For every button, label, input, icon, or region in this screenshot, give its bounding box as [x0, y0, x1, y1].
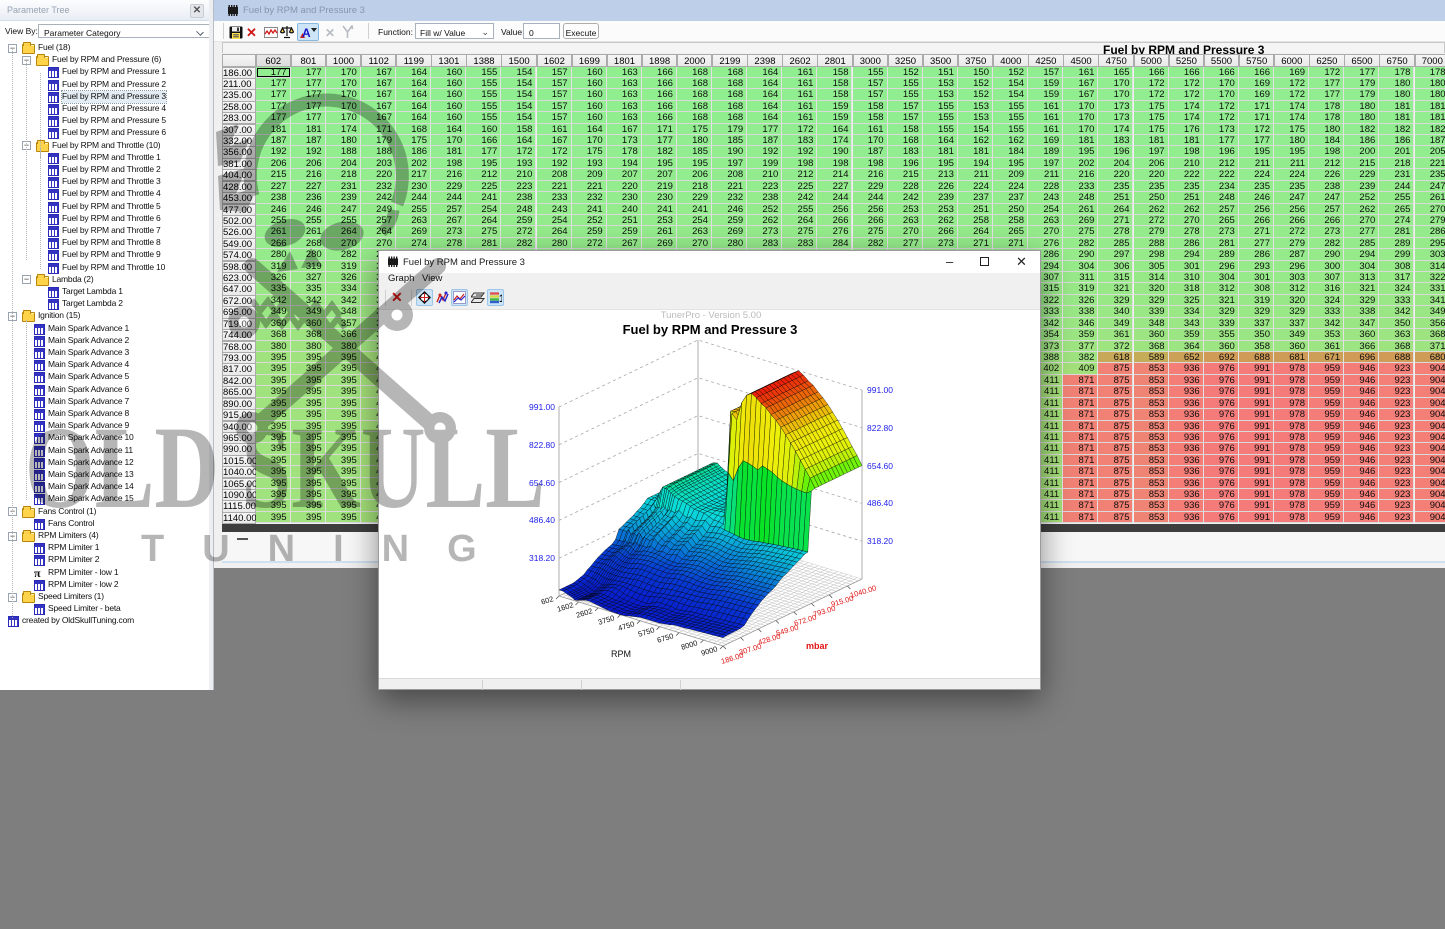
svg-text:5750: 5750: [637, 625, 656, 638]
svg-text:TunerPro - Version 5.00: TunerPro - Version 5.00: [661, 310, 762, 321]
svg-text:8000: 8000: [680, 638, 699, 651]
svg-text:654.60: 654.60: [529, 478, 555, 488]
svg-text:822.80: 822.80: [529, 440, 555, 450]
svg-text:991.00: 991.00: [529, 402, 555, 412]
svg-text:822.80: 822.80: [867, 423, 893, 433]
svg-text:1602: 1602: [556, 600, 575, 613]
svg-text:9000: 9000: [700, 644, 719, 657]
svg-text:318.20: 318.20: [867, 536, 893, 546]
svg-text:3750: 3750: [597, 613, 616, 626]
svg-text:991.00: 991.00: [867, 385, 893, 395]
svg-text:486.40: 486.40: [867, 498, 893, 508]
svg-text:6750: 6750: [656, 631, 675, 644]
svg-text:318.20: 318.20: [529, 553, 555, 563]
svg-text:RPM: RPM: [611, 649, 631, 659]
svg-text:mbar: mbar: [806, 641, 829, 651]
svg-text:A: A: [302, 26, 311, 39]
svg-text:4750: 4750: [617, 619, 636, 632]
svg-text:1040.00: 1040.00: [849, 583, 878, 600]
svg-text:486.40: 486.40: [529, 515, 555, 525]
svg-text:Fuel by RPM and Pressure 3: Fuel by RPM and Pressure 3: [623, 322, 798, 337]
svg-text:2602: 2602: [575, 606, 594, 619]
svg-text:654.60: 654.60: [867, 461, 893, 471]
svg-text:602: 602: [540, 594, 555, 606]
